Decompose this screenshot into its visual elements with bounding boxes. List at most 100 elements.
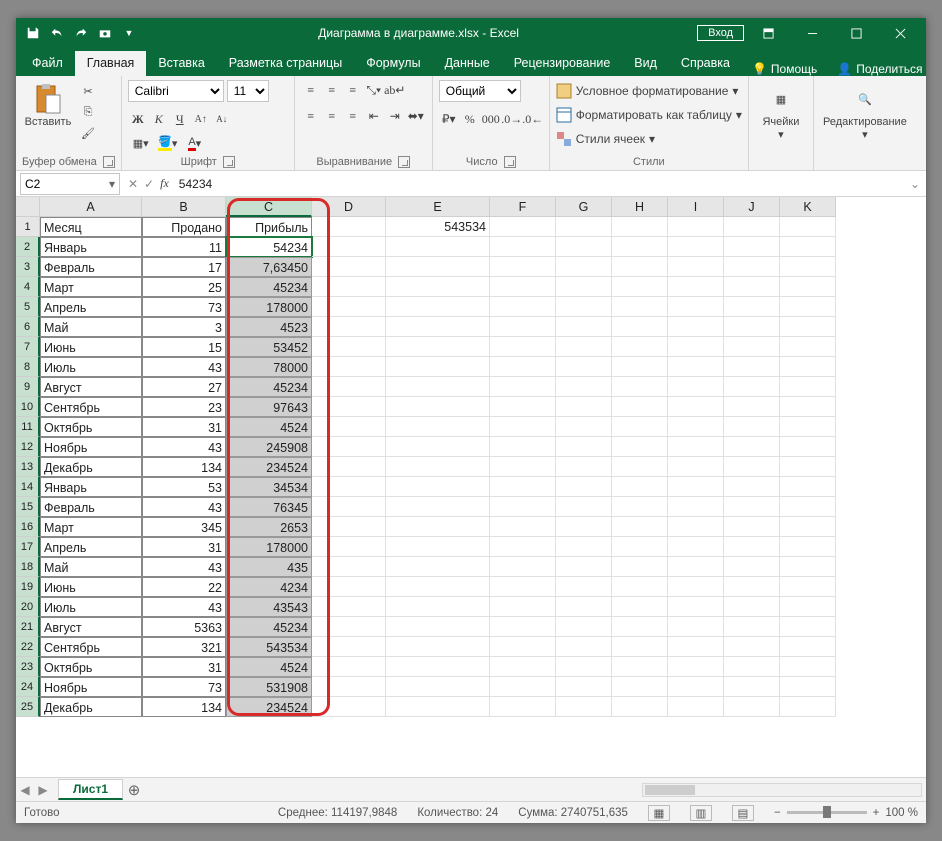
row-head[interactable]: 22: [16, 637, 40, 657]
cell[interactable]: [780, 477, 836, 497]
cell[interactable]: [724, 457, 780, 477]
cell[interactable]: [386, 697, 490, 717]
cell[interactable]: [668, 517, 724, 537]
bold-button[interactable]: Ж: [128, 109, 148, 129]
cell[interactable]: [668, 417, 724, 437]
cell[interactable]: [490, 657, 556, 677]
cell[interactable]: [312, 457, 386, 477]
cell[interactable]: [386, 677, 490, 697]
row-head[interactable]: 8: [16, 357, 40, 377]
cell[interactable]: 97643: [226, 397, 312, 417]
cell[interactable]: 73: [142, 677, 226, 697]
undo-icon[interactable]: [46, 22, 68, 44]
cell[interactable]: [386, 557, 490, 577]
sheet-tab[interactable]: Лист1: [58, 779, 123, 800]
cell[interactable]: 45234: [226, 377, 312, 397]
cell[interactable]: [556, 517, 612, 537]
cell[interactable]: [312, 657, 386, 677]
fx-icon[interactable]: fx: [160, 176, 169, 191]
cell[interactable]: [668, 697, 724, 717]
cell[interactable]: [780, 237, 836, 257]
cell[interactable]: [668, 337, 724, 357]
cell[interactable]: 17: [142, 257, 226, 277]
cell[interactable]: [556, 217, 612, 237]
cell[interactable]: 178000: [226, 537, 312, 557]
cell[interactable]: [312, 377, 386, 397]
cells-button[interactable]: ▦Ячейки▾: [755, 80, 807, 141]
cell[interactable]: 31: [142, 537, 226, 557]
cell[interactable]: [612, 537, 668, 557]
row-head[interactable]: 25: [16, 697, 40, 717]
cell[interactable]: [386, 517, 490, 537]
cell[interactable]: 54234: [226, 237, 312, 257]
underline-button[interactable]: Ч: [170, 109, 190, 129]
cell[interactable]: [612, 397, 668, 417]
cell[interactable]: 43: [142, 497, 226, 517]
cell[interactable]: [556, 277, 612, 297]
cell[interactable]: [724, 317, 780, 337]
cell[interactable]: [386, 577, 490, 597]
cell[interactable]: [780, 517, 836, 537]
cell[interactable]: [556, 637, 612, 657]
percent-icon[interactable]: %: [460, 109, 480, 129]
col-head-I[interactable]: I: [668, 197, 724, 217]
cell[interactable]: [386, 397, 490, 417]
align-left-icon[interactable]: ≡: [301, 106, 321, 126]
cell-styles-button[interactable]: Стили ячеек ▾: [556, 128, 655, 150]
cell[interactable]: [386, 357, 490, 377]
cell[interactable]: [780, 257, 836, 277]
cell[interactable]: Апрель: [40, 297, 142, 317]
align-top-icon[interactable]: ≡: [301, 80, 321, 100]
cell[interactable]: 11: [142, 237, 226, 257]
cell[interactable]: [490, 617, 556, 637]
cell[interactable]: Октябрь: [40, 657, 142, 677]
cell[interactable]: [612, 597, 668, 617]
cell[interactable]: [780, 277, 836, 297]
italic-button[interactable]: К: [149, 109, 169, 129]
cell[interactable]: [386, 337, 490, 357]
orientation-icon[interactable]: ⤡▾: [364, 80, 384, 100]
cell[interactable]: [386, 537, 490, 557]
col-head-J[interactable]: J: [724, 197, 780, 217]
cell[interactable]: [612, 357, 668, 377]
cell[interactable]: [556, 557, 612, 577]
cell[interactable]: [724, 637, 780, 657]
tab-view[interactable]: Вид: [622, 51, 669, 76]
cell[interactable]: [780, 297, 836, 317]
cell[interactable]: [490, 597, 556, 617]
cell[interactable]: [668, 297, 724, 317]
cell[interactable]: [386, 497, 490, 517]
number-launcher[interactable]: [504, 156, 516, 168]
cell[interactable]: [312, 617, 386, 637]
cell[interactable]: [312, 437, 386, 457]
cell[interactable]: 31: [142, 657, 226, 677]
cell[interactable]: [490, 637, 556, 657]
cell[interactable]: [724, 657, 780, 677]
cell[interactable]: [490, 257, 556, 277]
cell[interactable]: 22: [142, 577, 226, 597]
col-head-D[interactable]: D: [312, 197, 386, 217]
cell[interactable]: [668, 537, 724, 557]
cell[interactable]: 31: [142, 417, 226, 437]
cell[interactable]: Март: [40, 517, 142, 537]
cell[interactable]: [556, 337, 612, 357]
cell[interactable]: [668, 277, 724, 297]
cell[interactable]: [386, 317, 490, 337]
cell[interactable]: [556, 677, 612, 697]
cell[interactable]: [724, 257, 780, 277]
cell[interactable]: 5363: [142, 617, 226, 637]
row-head[interactable]: 18: [16, 557, 40, 577]
cell[interactable]: [556, 317, 612, 337]
cell[interactable]: [312, 537, 386, 557]
wrap-text-icon[interactable]: ab↵: [385, 80, 405, 100]
cell[interactable]: 531908: [226, 677, 312, 697]
cell[interactable]: [556, 577, 612, 597]
cell[interactable]: [490, 317, 556, 337]
cell[interactable]: Февраль: [40, 497, 142, 517]
cell[interactable]: [312, 277, 386, 297]
format-as-table-button[interactable]: Форматировать как таблицу ▾: [556, 104, 742, 126]
cell[interactable]: [612, 637, 668, 657]
cell[interactable]: [668, 677, 724, 697]
cell[interactable]: [668, 477, 724, 497]
cell[interactable]: [668, 237, 724, 257]
